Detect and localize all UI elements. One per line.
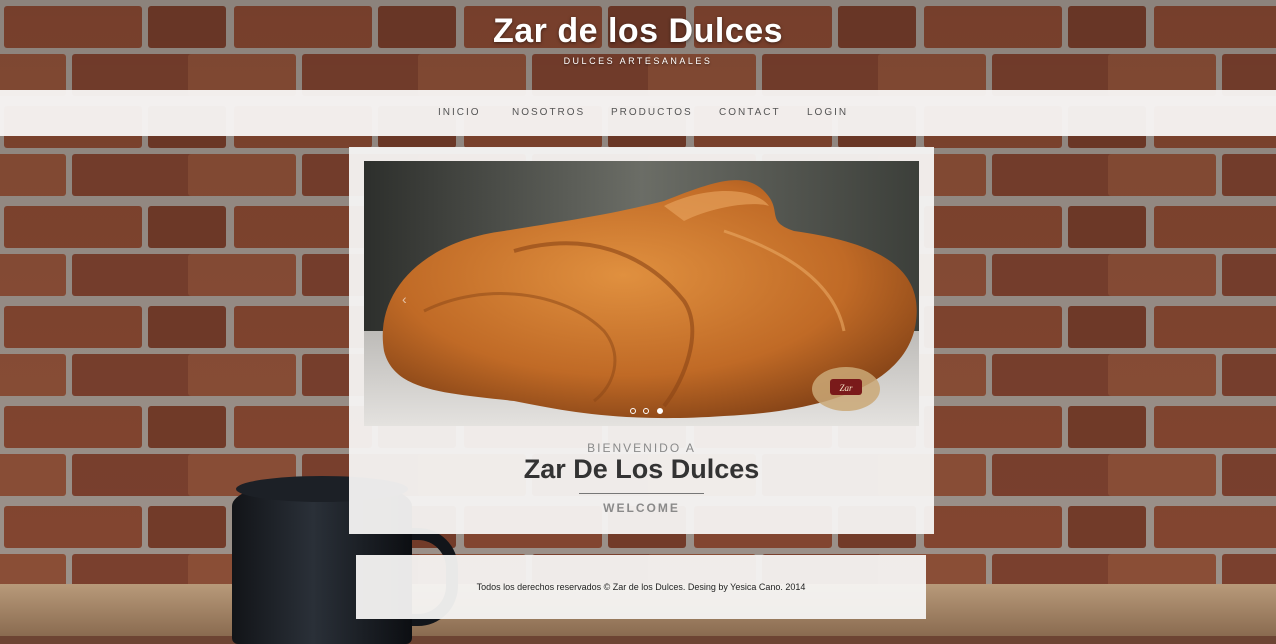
zar-logo-seal: Zar — [812, 367, 880, 411]
footer-copyright: Todos los derechos reservados © Zar de l… — [476, 582, 806, 592]
divider — [579, 493, 704, 494]
carousel-dot[interactable] — [643, 408, 650, 414]
nav-item-inicio[interactable]: INICIO — [438, 107, 481, 118]
welcome-panel: Zar ‹ BIENVENIDO A Zar De Los Dulces WEL… — [349, 147, 934, 534]
dulce-de-leche-image: Zar — [364, 161, 919, 426]
carousel-dot[interactable] — [630, 408, 636, 414]
main-navbar: INICIO NOSOTROS PRODUCTOS CONTACT LOGIN — [0, 90, 1276, 136]
welcome-pre-heading: BIENVENIDO A — [587, 441, 696, 455]
nav-item-nosotros[interactable]: NOSOTROS — [512, 107, 585, 118]
carousel-slide[interactable]: Zar ‹ — [364, 161, 919, 426]
carousel-indicators — [630, 401, 666, 419]
carousel-dot-active[interactable] — [656, 408, 663, 414]
nav-item-login[interactable]: LOGIN — [807, 107, 848, 118]
nav-item-contact[interactable]: CONTACT — [719, 107, 781, 118]
carousel-prev-arrow[interactable]: ‹ — [402, 291, 407, 307]
welcome-title: Zar De Los Dulces — [523, 454, 760, 484]
welcome-subheading: WELCOME — [603, 501, 680, 515]
site-title[interactable]: Zar de los Dulces — [0, 12, 1276, 51]
svg-text:Zar: Zar — [839, 383, 853, 393]
nav-item-productos[interactable]: PRODUCTOS — [611, 107, 693, 118]
footer: Todos los derechos reservados © Zar de l… — [356, 555, 926, 619]
site-tagline: DULCES ARTESANALES — [563, 56, 713, 66]
